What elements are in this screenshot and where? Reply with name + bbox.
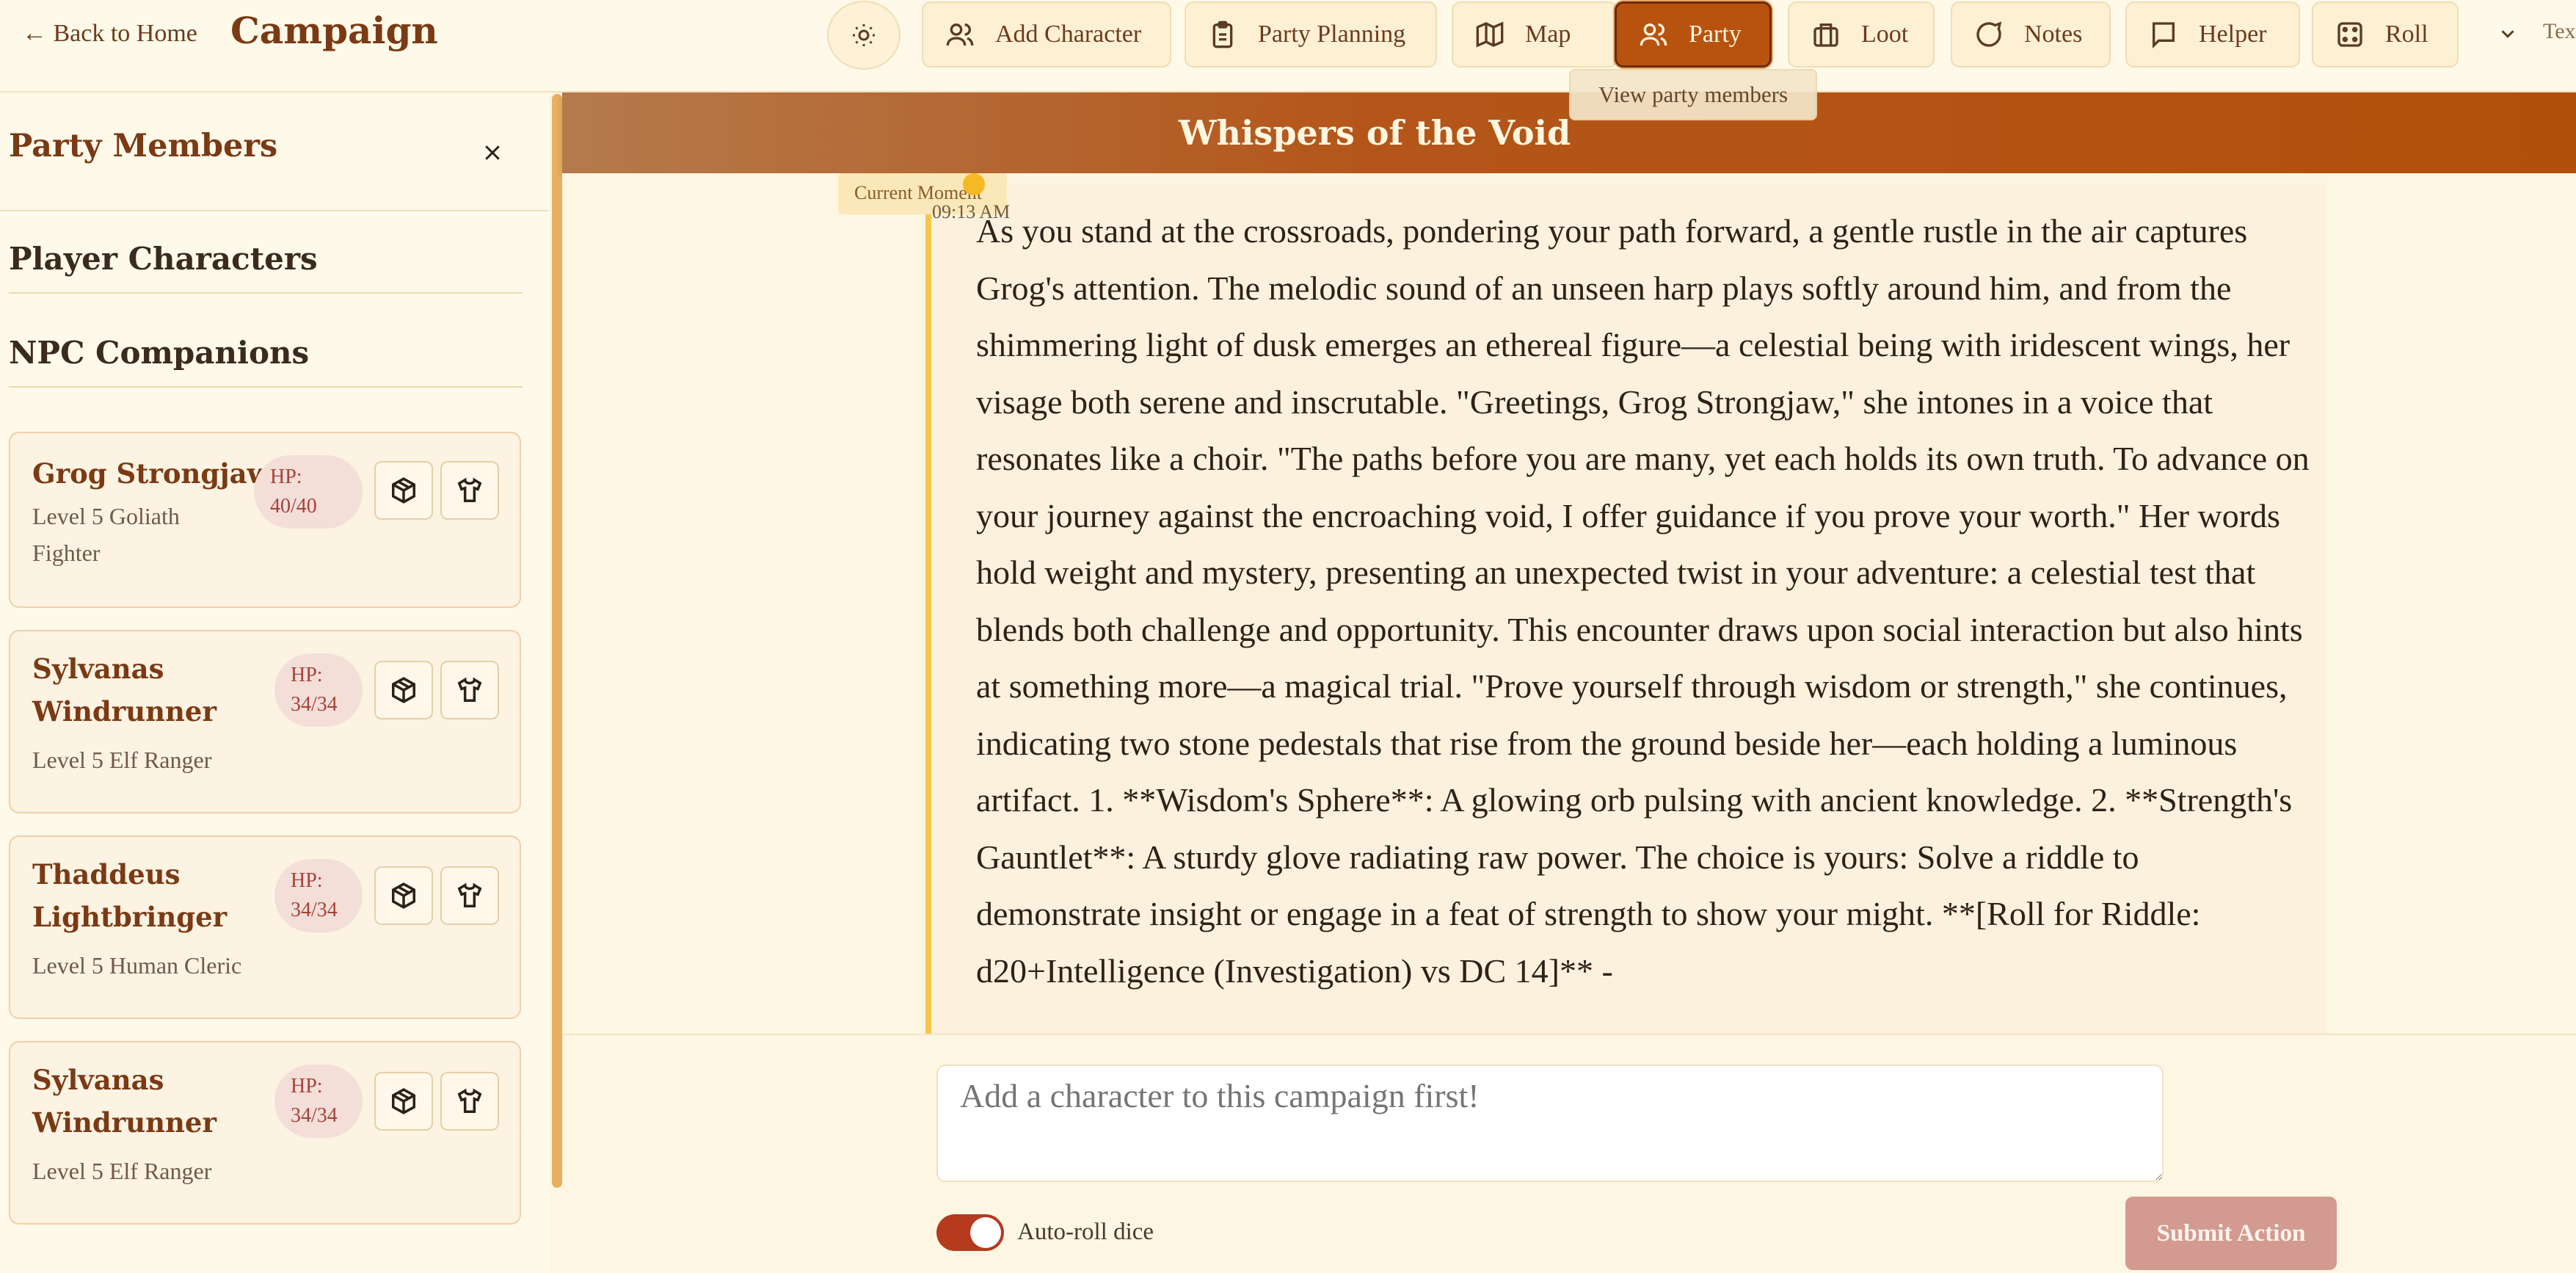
nav-label: Add Character [995,21,1142,48]
message-square-icon [2153,22,2175,49]
close-icon [485,145,500,160]
timeline-line [925,173,931,1034]
inventory-button[interactable] [374,461,433,520]
nav-label: Roll [2385,21,2428,48]
action-area: Auto-roll dice Submit Action [562,1034,2576,1273]
equipment-button[interactable] [440,661,499,719]
toggle-knob [970,1217,1001,1248]
users-icon [946,23,974,46]
map-icon [1476,21,1504,48]
page-title: Campaign [230,9,438,52]
nav-more-button[interactable] [2492,18,2524,50]
top-bar: ← Back to Home Campaign Add Character Pa… [0,0,2576,93]
hp-value: 34/34 [291,1104,338,1127]
sidebar-header: Party Members [0,94,549,211]
box-icon [392,677,415,703]
member-name: Grog Strongjaw [32,457,271,490]
inventory-button[interactable] [374,1072,433,1131]
shirt-icon [457,882,482,907]
inventory-button[interactable] [374,661,433,719]
equipment-button[interactable] [440,866,499,925]
member-card[interactable]: Sylvanas Windrunner Level 5 Elf Ranger H… [9,630,521,813]
story-entry-text: As you stand at the crossroads, ponderin… [976,212,2310,990]
hp-badge: HP: 34/34 [274,653,363,727]
sun-icon [853,24,875,46]
shirt-icon [457,1088,482,1113]
auto-roll-toggle[interactable] [936,1214,1004,1251]
nav-label: Notes [2024,21,2083,48]
member-name: Sylvanas Windrunner [32,653,217,728]
chevron-down-icon [2501,30,2514,38]
equipment-button[interactable] [440,1072,499,1131]
nav-label: Loot [1861,21,1909,48]
auto-roll-label: Auto-roll dice [1017,1219,1154,1245]
member-card[interactable]: Sylvanas Windrunner Level 5 Elf Ranger H… [9,1041,521,1225]
hp-label: HP: [270,465,302,488]
nav-notes-button[interactable]: Notes [1951,1,2111,68]
sidebar-scrollbar[interactable] [552,94,562,1188]
shirt-icon [457,677,482,702]
hp-badge: HP: 40/40 [254,455,363,529]
nav-add-character-button[interactable]: Add Character [922,1,1171,68]
submit-action-button[interactable]: Submit Action [2125,1197,2337,1270]
users-icon [1640,23,1667,46]
nav-label: Party Planning [1258,21,1406,48]
inventory-button[interactable] [374,866,433,925]
member-name: Sylvanas Windrunner [32,1064,217,1139]
nav-party-planning-button[interactable]: Party Planning [1185,1,1437,68]
shirt-icon [457,477,482,502]
member-card[interactable]: Grog Strongjaw Level 5 Goliath Fighter H… [9,432,521,608]
story-feed[interactable]: Current Moment 09:13 AM As you stand at … [562,173,2576,1034]
campaign-title: Whispers of the Void [1178,113,1571,153]
member-subtitle: Level 5 Human Cleric [32,952,242,979]
hp-value: 34/34 [291,899,338,921]
nav-loot-button[interactable]: Loot [1788,1,1935,68]
timeline-dot [963,173,985,195]
nav-roll-button[interactable]: Roll [2312,1,2459,68]
back-to-home-link[interactable]: ← Back to Home [22,18,197,50]
party-tooltip: View party members [1569,69,1817,120]
hp-badge: HP: 34/34 [274,1065,363,1138]
equipment-button[interactable] [440,461,499,520]
box-icon [392,477,415,504]
nav-label: Helper [2199,21,2267,48]
nav-label: Party [1689,21,1742,48]
hp-label: HP: [291,664,323,686]
close-sidebar-button[interactable] [473,134,512,172]
nav-helper-button[interactable]: Helper [2125,1,2300,68]
section-player-characters[interactable]: Player Characters [9,241,523,294]
box-icon [392,882,415,909]
section-npc-companions[interactable]: NPC Companions [9,335,523,388]
member-name: Thaddeus Lightbringer [32,858,228,933]
hp-value: 40/40 [270,495,317,518]
party-sidebar: Party Members Player Characters NPC Comp… [0,94,549,1273]
member-subtitle: Level 5 Goliath Fighter [32,503,180,566]
box-icon [392,1088,415,1114]
briefcase-icon [1813,23,1838,47]
hp-label: HP: [291,869,323,892]
hp-label: HP: [291,1075,323,1098]
nav-party-button[interactable]: Party [1615,1,1772,68]
message-circle-icon [1976,21,2002,47]
hp-value: 34/34 [291,693,338,716]
member-subtitle: Level 5 Elf Ranger [32,747,212,773]
theme-toggle-button[interactable] [827,1,900,70]
nav-map-button[interactable]: Map [1452,1,1618,68]
action-input[interactable] [936,1065,2164,1182]
member-subtitle: Level 5 Elf Ranger [32,1158,212,1184]
member-card[interactable]: Thaddeus Lightbringer Level 5 Human Cler… [9,835,521,1019]
dice-icon [2337,22,2362,47]
nav-label: Map [1525,21,1571,48]
back-label: ← Back to Home [22,20,197,47]
sidebar-title: Party Members [9,128,278,164]
clipboard-icon [1212,21,1233,48]
nav-overflow-label[interactable]: Tex [2543,19,2576,44]
hp-badge: HP: 34/34 [274,859,363,932]
